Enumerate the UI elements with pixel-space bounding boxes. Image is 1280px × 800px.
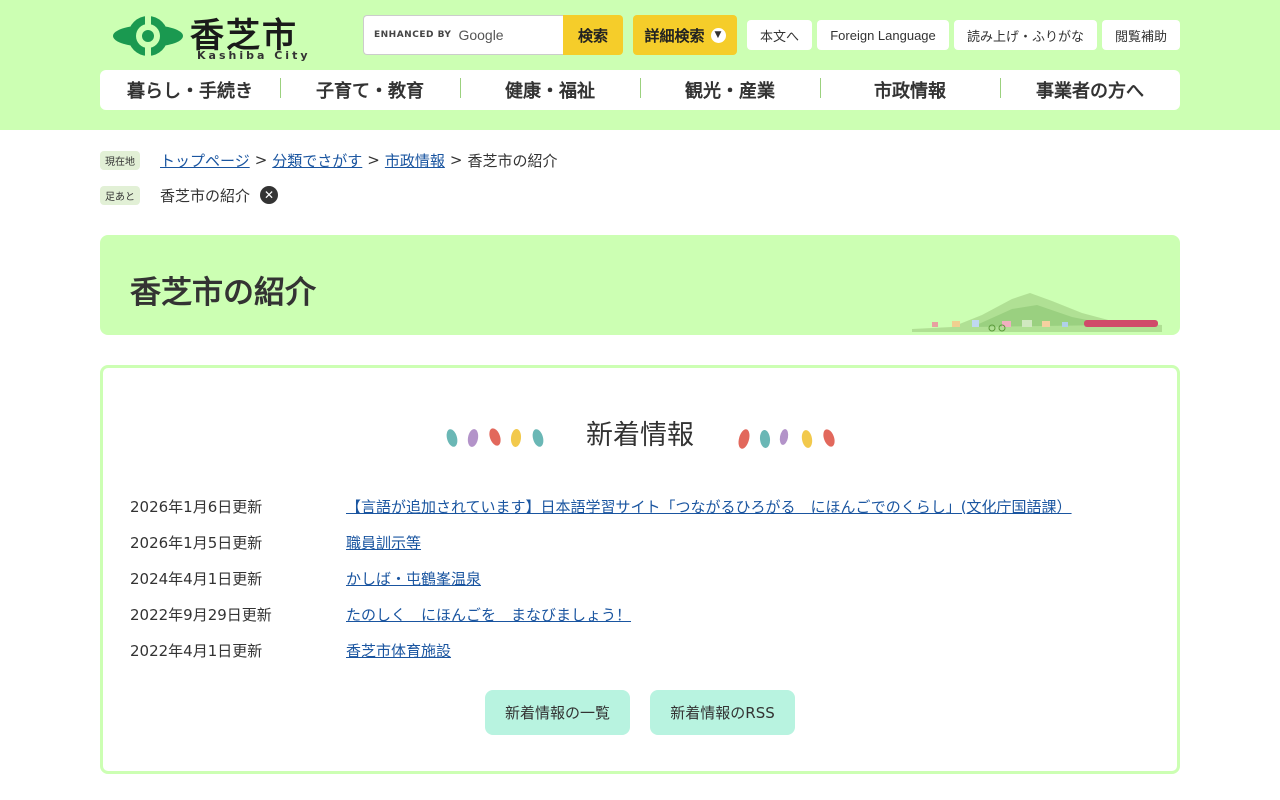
close-icon[interactable]: ✕ bbox=[260, 186, 279, 204]
leaf-decoration-icon bbox=[738, 429, 835, 449]
read-aloud-link[interactable]: 読み上げ・ふりがな bbox=[954, 20, 1097, 50]
nav-item-living[interactable]: 暮らし・手続き bbox=[100, 77, 280, 103]
breadcrumb-current: 香芝市の紹介 bbox=[467, 151, 558, 170]
list-item: 2026年1月5日更新 職員訓示等 bbox=[130, 524, 1130, 560]
nav-item-health[interactable]: 健康・福祉 bbox=[460, 77, 640, 103]
nav-item-childcare[interactable]: 子育て・教育 bbox=[280, 77, 460, 103]
news-date: 2026年1月6日更新 bbox=[130, 497, 263, 516]
news-date: 2024年4月1日更新 bbox=[130, 569, 263, 588]
breadcrumb-tag: 現在地 bbox=[100, 150, 140, 170]
search-button[interactable]: 検索 bbox=[563, 15, 623, 55]
news-rss-button[interactable]: 新着情報のRSS bbox=[650, 690, 795, 735]
nav-item-tourism[interactable]: 観光・産業 bbox=[640, 77, 820, 103]
page-title-banner: 香芝市の紹介 bbox=[100, 235, 1180, 335]
site-name-roman: Kashiba City bbox=[197, 49, 311, 62]
news-date: 2022年4月1日更新 bbox=[130, 641, 263, 660]
news-date: 2022年9月29日更新 bbox=[130, 605, 272, 624]
breadcrumb-link-category[interactable]: 分類でさがす bbox=[272, 150, 362, 171]
search-enhanced-label: ENHANCED BY bbox=[374, 30, 452, 40]
footprint-item[interactable]: 香芝市の紹介 bbox=[160, 185, 250, 206]
news-list: 2026年1月6日更新 【言語が追加されています】日本語学習サイト「つながるひろ… bbox=[130, 488, 1130, 668]
nav-item-business[interactable]: 事業者の方へ bbox=[1000, 77, 1180, 103]
nav-item-city-admin[interactable]: 市政情報 bbox=[820, 77, 1000, 103]
list-item: 2024年4月1日更新 かしば・屯鶴峯温泉 bbox=[130, 560, 1130, 596]
chevron-down-icon: ▼ bbox=[710, 27, 726, 43]
townscape-illustration bbox=[912, 293, 1162, 332]
news-list-button[interactable]: 新着情報の一覧 bbox=[485, 690, 630, 735]
foreign-language-link[interactable]: Foreign Language bbox=[817, 20, 949, 50]
breadcrumb-link-city-admin[interactable]: 市政情報 bbox=[385, 150, 445, 171]
accessibility-link[interactable]: 閲覧補助 bbox=[1102, 20, 1180, 50]
site-header: 香芝市 Kashiba City ENHANCED BY Google 検索 詳… bbox=[0, 0, 1280, 130]
list-item: 2026年1月6日更新 【言語が追加されています】日本語学習サイト「つながるひろ… bbox=[130, 488, 1130, 524]
list-item: 2022年4月1日更新 香芝市体育施設 bbox=[130, 632, 1130, 668]
breadcrumb-separator: > bbox=[254, 151, 268, 169]
advanced-search-label: 詳細検索 bbox=[644, 26, 705, 45]
site-logo[interactable]: 香芝市 Kashiba City bbox=[112, 8, 312, 64]
footprint: 足あと 香芝市の紹介 ✕ bbox=[100, 184, 279, 206]
news-link[interactable]: 香芝市体育施設 bbox=[346, 640, 451, 661]
news-section: 新着情報 2026年1月6日更新 【言語が追加されています】日本語学習サイト「つ… bbox=[100, 365, 1180, 774]
breadcrumb: 現在地 トップページ > 分類でさがす > 市政情報 > 香芝市の紹介 bbox=[100, 149, 557, 171]
news-link[interactable]: 職員訓示等 bbox=[346, 532, 421, 553]
news-link[interactable]: たのしく にほんごを まなびましょう！ bbox=[346, 604, 631, 625]
search-input[interactable]: ENHANCED BY Google bbox=[363, 15, 563, 55]
news-link[interactable]: 【言語が追加されています】日本語学習サイト「つながるひろがる にほんごでのくらし… bbox=[346, 496, 1072, 517]
city-emblem-icon bbox=[113, 12, 183, 60]
breadcrumb-separator: > bbox=[449, 151, 463, 169]
news-link[interactable]: かしば・屯鶴峯温泉 bbox=[346, 568, 481, 589]
advanced-search-button[interactable]: 詳細検索 ▼ bbox=[633, 15, 737, 55]
news-date: 2026年1月5日更新 bbox=[130, 533, 263, 552]
list-item: 2022年9月29日更新 たのしく にほんごを まなびましょう！ bbox=[130, 596, 1130, 632]
breadcrumb-link-top[interactable]: トップページ bbox=[160, 150, 250, 171]
news-buttons: 新着情報の一覧 新着情報のRSS bbox=[103, 690, 1177, 735]
breadcrumb-separator: > bbox=[367, 151, 380, 169]
skip-to-content-link[interactable]: 本文へ bbox=[747, 20, 812, 50]
global-nav: 暮らし・手続き 子育て・教育 健康・福祉 観光・産業 市政情報 事業者の方へ bbox=[100, 70, 1180, 110]
page-title: 香芝市の紹介 bbox=[130, 275, 316, 311]
footprint-tag: 足あと bbox=[100, 185, 140, 205]
search-provider: Google bbox=[458, 27, 504, 43]
news-heading: 新着情報 bbox=[586, 420, 694, 451]
